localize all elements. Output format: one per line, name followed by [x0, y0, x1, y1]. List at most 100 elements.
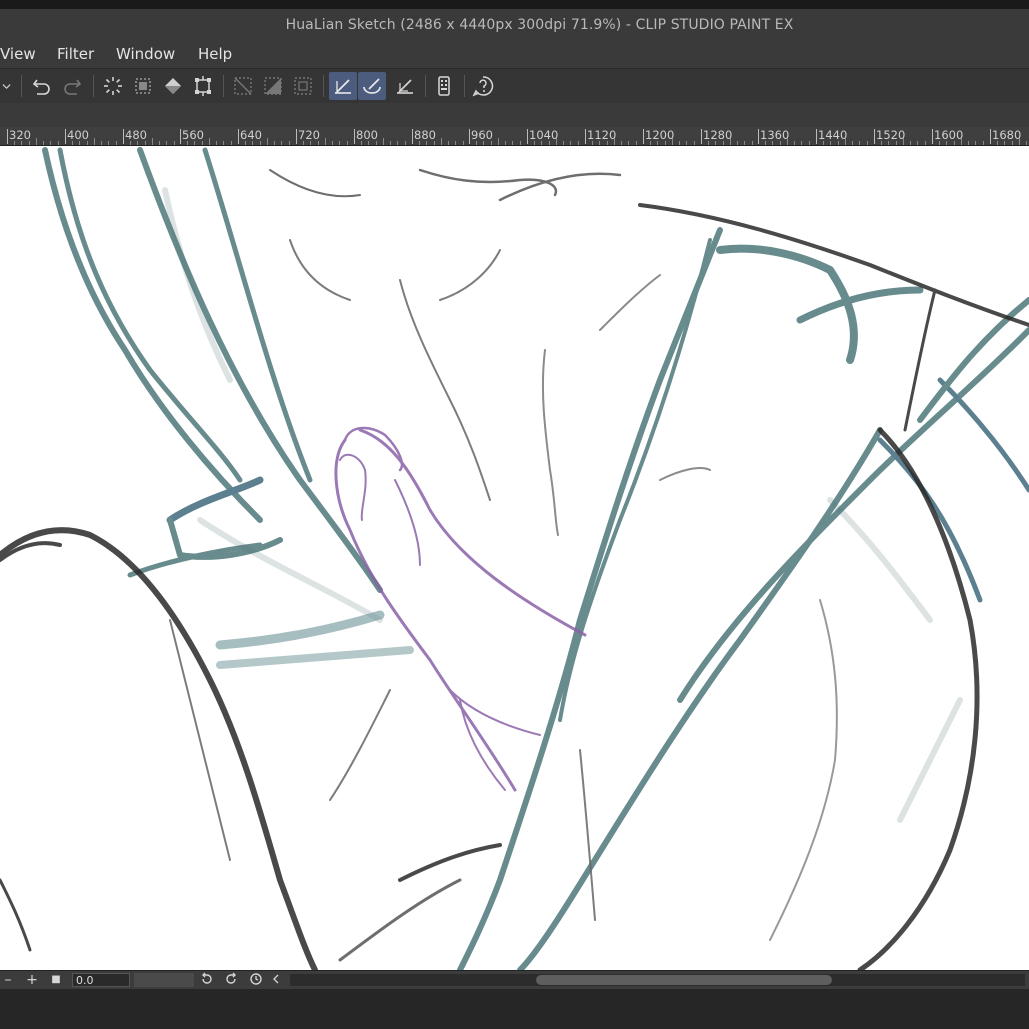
fit-view-button[interactable]: ■	[48, 972, 64, 988]
menu-window[interactable]: Window	[116, 45, 175, 63]
ruler-minor-tick	[939, 141, 940, 145]
zoom-value-field[interactable]: 0.0	[72, 973, 130, 987]
ruler-minor-tick	[556, 138, 557, 145]
ruler-major-tick	[412, 129, 413, 144]
ruler-minor-tick	[397, 141, 398, 145]
ruler-minor-tick	[686, 141, 687, 145]
help-icon[interactable]	[469, 72, 497, 100]
ruler-minor-tick	[578, 141, 579, 145]
ruler-minor-tick	[426, 141, 427, 145]
ruler-minor-tick	[137, 141, 138, 145]
ruler-minor-tick	[730, 138, 731, 145]
transform-icon[interactable]	[189, 72, 217, 100]
ruler-minor-tick	[390, 141, 391, 145]
ruler-minor-tick	[592, 141, 593, 145]
invert-selection-icon[interactable]	[229, 72, 257, 100]
menu-help[interactable]: Help	[198, 45, 232, 63]
scrollbar-thumb[interactable]	[536, 975, 832, 985]
ruler-minor-tick	[87, 141, 88, 145]
ruler-minor-tick	[694, 141, 695, 145]
ruler-major-tick	[874, 129, 875, 144]
snap-grid-icon[interactable]	[391, 72, 419, 100]
ruler-minor-tick	[752, 141, 753, 145]
rotate-right-icon[interactable]	[223, 972, 239, 988]
ruler-minor-tick	[36, 138, 37, 145]
ruler-major-tick	[296, 129, 297, 144]
ruler-minor-tick	[715, 141, 716, 145]
status-bar: – + ■ 0.0	[0, 970, 1029, 989]
ruler-minor-tick	[455, 141, 456, 145]
ruler-minor-tick	[672, 138, 673, 145]
ruler-minor-tick	[145, 141, 146, 145]
ruler-minor-tick	[975, 141, 976, 145]
ruler-minor-tick	[419, 141, 420, 145]
zoom-slider[interactable]	[134, 973, 194, 987]
ruler-label: 800	[356, 128, 378, 142]
ruler-minor-tick	[549, 141, 550, 145]
ruler-minor-tick	[448, 141, 449, 145]
scroll-left-icon[interactable]	[270, 972, 282, 988]
ruler-minor-tick	[765, 141, 766, 145]
redo-icon[interactable]	[58, 72, 86, 100]
ruler-minor-tick	[983, 141, 984, 145]
ruler-minor-tick	[541, 141, 542, 145]
rotate-left-icon[interactable]	[199, 972, 215, 988]
menu-view[interactable]: View	[0, 45, 36, 63]
zoom-in-button[interactable]: +	[24, 972, 40, 988]
ruler-minor-tick	[636, 141, 637, 145]
ruler-label: 1280	[703, 128, 733, 142]
ruler-minor-tick	[563, 141, 564, 145]
command-bar	[0, 68, 1029, 104]
ruler-major-tick	[932, 129, 933, 144]
horizontal-ruler[interactable]: 320 400 480 560 640 720 800 880 960 1040 1120 1200 1…	[0, 127, 1029, 146]
clear-selection-icon[interactable]	[99, 72, 127, 100]
ruler-minor-tick	[723, 141, 724, 145]
ruler-label: 320	[9, 128, 31, 142]
ruler-minor-tick	[628, 141, 629, 145]
menu-filter[interactable]: Filter	[57, 45, 94, 63]
ruler-label: 640	[240, 128, 262, 142]
ruler-minor-tick	[665, 141, 666, 145]
select-all-icon[interactable]	[129, 72, 157, 100]
ruler-label: 1200	[645, 128, 675, 142]
ruler-major-tick	[816, 129, 817, 144]
ruler-minor-tick	[361, 141, 362, 145]
expand-selection-icon[interactable]	[289, 72, 317, 100]
ruler-minor-tick	[505, 141, 506, 145]
ruler-minor-tick	[888, 141, 889, 145]
ruler-major-tick	[238, 129, 239, 144]
ruler-minor-tick	[534, 141, 535, 145]
ruler-minor-tick	[780, 141, 781, 145]
ruler-label: 1600	[934, 128, 964, 142]
ruler-minor-tick	[830, 141, 831, 145]
ruler-major-tick	[758, 129, 759, 144]
ruler-minor-tick	[209, 138, 210, 145]
ruler-minor-tick	[130, 141, 131, 145]
horizontal-scrollbar[interactable]	[290, 974, 1025, 986]
ruler-minor-tick	[434, 141, 435, 145]
ruler-minor-tick	[772, 141, 773, 145]
ruler-minor-tick	[43, 141, 44, 145]
drawing-canvas[interactable]	[0, 146, 1029, 970]
ruler-minor-tick	[166, 141, 167, 145]
ruler-minor-tick	[274, 141, 275, 145]
ruler-minor-tick	[708, 141, 709, 145]
crop-icon[interactable]	[259, 72, 287, 100]
snap-special-ruler-icon[interactable]	[358, 72, 386, 100]
ruler-minor-tick	[744, 141, 745, 145]
zoom-out-button[interactable]: –	[0, 972, 16, 988]
ruler-minor-tick	[29, 141, 30, 145]
ruler-minor-tick	[50, 141, 51, 145]
ruler-minor-tick	[859, 141, 860, 145]
ruler-minor-tick	[368, 141, 369, 145]
reset-rotation-icon[interactable]	[248, 972, 264, 988]
ruler-minor-tick	[318, 141, 319, 145]
undo-icon[interactable]	[28, 72, 56, 100]
snap-ruler-icon[interactable]	[329, 72, 357, 100]
ruler-major-tick	[701, 129, 702, 144]
dropdown-icon[interactable]	[0, 72, 16, 100]
ruler-minor-tick	[174, 141, 175, 145]
device-settings-icon[interactable]	[430, 72, 458, 100]
ruler-minor-tick	[267, 138, 268, 145]
fill-icon[interactable]	[159, 72, 187, 100]
